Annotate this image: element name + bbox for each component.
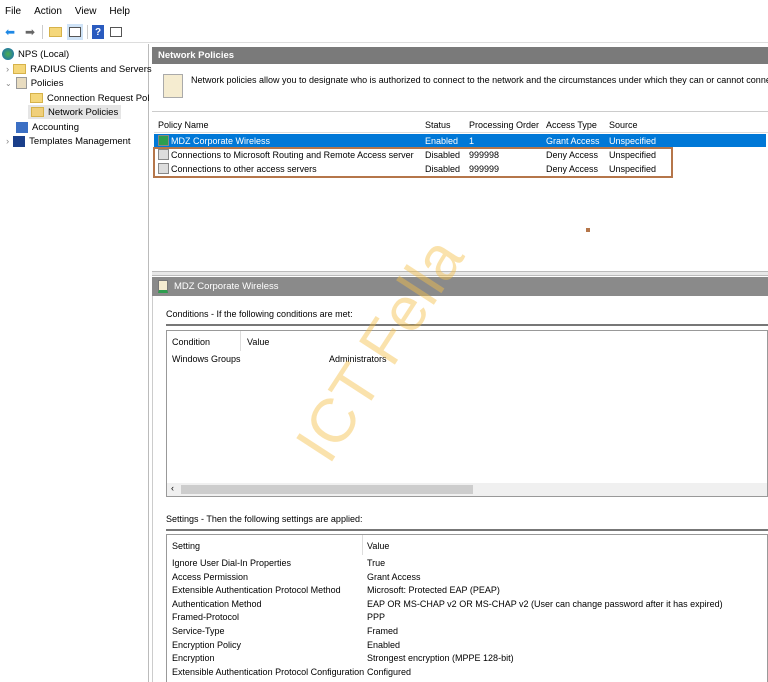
- setting-name: Ignore User Dial-In Properties: [172, 558, 292, 568]
- scroll-left-icon[interactable]: ‹: [171, 483, 174, 493]
- setting-value: Strongest encryption (MPPE 128-bit): [367, 653, 514, 664]
- col-processing-order[interactable]: Processing Order: [469, 120, 539, 130]
- tree-accounting[interactable]: Accounting: [16, 120, 79, 134]
- policy-enabled-icon: [158, 135, 169, 146]
- policies-icon: [15, 77, 27, 89]
- cell: Enabled: [425, 135, 459, 146]
- menu-view[interactable]: View: [75, 6, 97, 17]
- folder-open-icon: [31, 107, 44, 117]
- info-panel: Network policies allow you to designate …: [152, 64, 768, 112]
- tree-label: Connection Request Pol: [47, 92, 150, 104]
- tree-label: NPS (Local): [18, 48, 70, 60]
- accounting-icon: [16, 121, 28, 133]
- setting-value: Grant Access: [367, 571, 421, 582]
- settings-list: Setting Value Ignore User Dial-In Proper…: [166, 534, 768, 682]
- templates-icon: [13, 135, 26, 147]
- policy-scroll-icon: [163, 74, 183, 98]
- col-condition[interactable]: Condition: [172, 337, 210, 347]
- menu-help[interactable]: Help: [109, 6, 130, 17]
- cell: Unspecified: [609, 135, 657, 146]
- horizontal-scrollbar[interactable]: ‹: [167, 483, 767, 496]
- tree-label: Policies: [30, 77, 64, 89]
- condition-value: Administrators: [329, 354, 387, 364]
- tree-connection-request-policies[interactable]: Connection Request Pol: [30, 91, 149, 105]
- col-source[interactable]: Source: [609, 120, 638, 130]
- setting-value: EAP OR MS-CHAP v2 OR MS-CHAP v2 (User ca…: [367, 598, 723, 609]
- setting-name: Encryption Policy: [172, 639, 242, 650]
- chevron-right-icon[interactable]: ›: [6, 136, 9, 147]
- marker-dot: [586, 228, 590, 232]
- col-status[interactable]: Status: [425, 120, 451, 130]
- up-folder-icon[interactable]: [47, 24, 63, 40]
- settings-label: Settings - Then the following settings a…: [166, 514, 768, 531]
- tree-policies[interactable]: ⌄ Policies: [5, 76, 63, 90]
- console-tree: NPS (Local) › RADIUS Clients and Servers …: [0, 44, 152, 682]
- table-row[interactable]: MDZ Corporate Wireless Enabled 1 Grant A…: [154, 134, 766, 147]
- splitter[interactable]: [152, 271, 768, 276]
- menu-file[interactable]: File: [5, 6, 21, 17]
- tree-radius-clients[interactable]: › RADIUS Clients and Servers: [6, 62, 152, 76]
- col-policy-name[interactable]: Policy Name: [158, 120, 209, 130]
- folder-icon: [13, 64, 27, 74]
- detail-title: MDZ Corporate Wireless: [174, 281, 279, 292]
- setting-value: PPP: [367, 612, 386, 623]
- cell: 1: [469, 135, 475, 146]
- tree-label: Accounting: [32, 121, 80, 133]
- menu-action[interactable]: Action: [34, 6, 62, 17]
- pane-title: Network Policies: [152, 47, 768, 64]
- condition-name: Windows Groups: [172, 354, 241, 364]
- tree-label: Network Policies: [48, 106, 119, 118]
- setting-name: Access Permission: [172, 571, 249, 582]
- table-header: Policy Name Status Processing Order Acce…: [154, 118, 768, 133]
- conditions-label: Conditions - If the following conditions…: [166, 309, 768, 326]
- action-pane-icon[interactable]: [108, 24, 124, 40]
- setting-name: Extensible Authentication Protocol Metho…: [172, 585, 341, 596]
- forward-arrow-icon[interactable]: ➡: [22, 24, 38, 40]
- tree-templates-management[interactable]: › Templates Management: [6, 134, 131, 148]
- chevron-down-icon[interactable]: ⌄: [5, 79, 12, 88]
- col-access-type[interactable]: Access Type: [546, 120, 597, 130]
- help-icon[interactable]: ?: [92, 25, 104, 39]
- setting-name: Framed-Protocol: [172, 612, 240, 623]
- setting-value: Framed: [367, 626, 399, 636]
- conditions-list: Condition Value Windows Groups Administr…: [166, 330, 768, 497]
- chevron-right-icon[interactable]: ›: [6, 64, 9, 75]
- tree-network-policies[interactable]: Network Policies: [28, 105, 122, 119]
- menu-bar: File Action View Help: [0, 0, 768, 22]
- setting-value: Microsoft: Protected EAP (PEAP): [367, 585, 500, 596]
- setting-value: Enabled: [367, 639, 401, 650]
- policy-enabled-icon: [158, 280, 168, 293]
- setting-value: True: [367, 558, 386, 568]
- back-arrow-icon[interactable]: ⬅: [2, 24, 18, 40]
- scrollbar-thumb[interactable]: [181, 485, 473, 494]
- setting-name: Encryption: [172, 653, 215, 664]
- col-value[interactable]: Value: [367, 541, 389, 551]
- toolbar: ⬅ ➡ ?: [0, 22, 768, 43]
- setting-name: Service-Type: [172, 626, 225, 636]
- tree-nps-local[interactable]: NPS (Local): [2, 47, 69, 61]
- col-value[interactable]: Value: [247, 337, 269, 347]
- setting-name: Extensible Authentication Protocol Confi…: [172, 666, 365, 677]
- show-hide-tree-icon[interactable]: [67, 24, 83, 40]
- detail-header: MDZ Corporate Wireless: [152, 277, 768, 296]
- info-text: Network policies allow you to designate …: [191, 75, 768, 85]
- cell: Grant Access: [546, 135, 600, 146]
- setting-name: Authentication Method: [172, 598, 262, 609]
- highlight-box: [153, 147, 673, 178]
- globe-icon: [2, 48, 14, 60]
- col-setting[interactable]: Setting: [172, 541, 200, 551]
- folder-icon: [30, 93, 43, 103]
- tree-label: Templates Management: [29, 135, 131, 147]
- setting-value: Configured: [367, 666, 412, 677]
- tree-label: RADIUS Clients and Servers: [30, 63, 152, 75]
- cell: MDZ Corporate Wireless: [171, 135, 271, 146]
